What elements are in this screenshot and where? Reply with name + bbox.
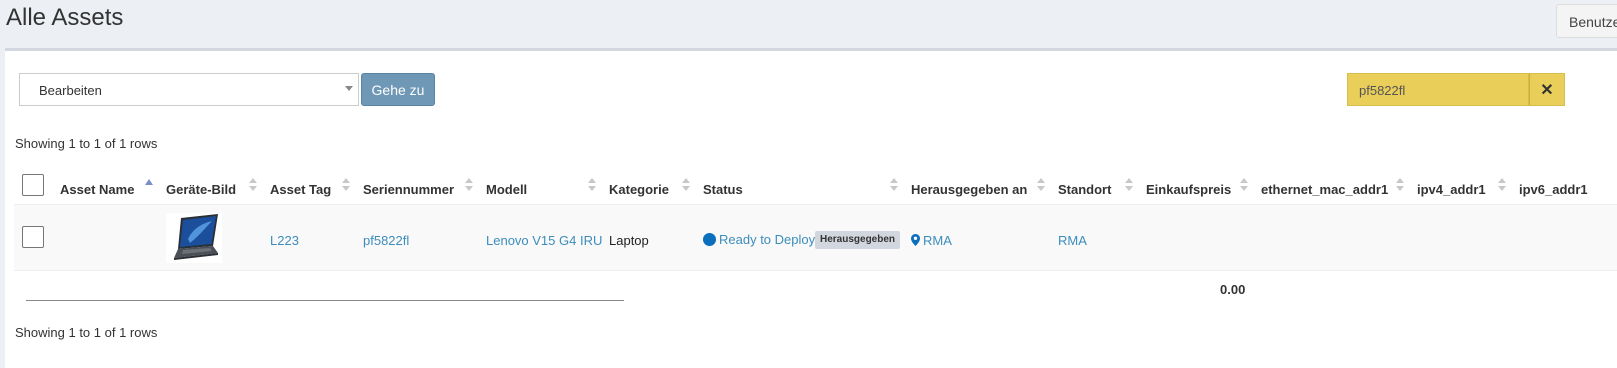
sort-icon[interactable] [1125,178,1133,192]
bulk-action-value: Bearbeiten [39,83,102,98]
sort-icon[interactable] [890,178,898,192]
go-button[interactable]: Gehe zu [361,73,435,106]
model-link[interactable]: Lenovo V15 G4 IRU [486,233,602,248]
assigned-to-label: RMA [923,233,952,248]
asset-tag-link[interactable]: L223 [270,233,299,248]
sort-icon[interactable] [1396,178,1404,192]
bulk-action-select[interactable]: Bearbeiten [19,73,359,106]
pagination-info-bottom: Showing 1 to 1 of 1 rows [15,325,158,340]
column-header-asset-tag[interactable]: Asset Tag [270,182,331,197]
sort-icon[interactable] [682,178,690,192]
column-header-serial[interactable]: Seriennummer [363,182,454,197]
sort-asc-icon[interactable] [145,179,153,185]
column-header-category[interactable]: Kategorie [609,182,669,197]
column-header-purchase-price[interactable]: Einkaufspreis [1146,182,1231,197]
purchase-price-total: 0.00 [1220,282,1246,297]
column-header-model[interactable]: Modell [486,182,527,197]
assigned-to-link[interactable]: RMA [911,233,952,248]
dropdown-caret-icon [345,86,353,91]
column-header-device-image[interactable]: Geräte-Bild [166,182,236,197]
row-checkbox[interactable] [22,226,44,248]
status-circle-icon [703,233,716,246]
assets-panel: Bearbeiten Gehe zu pf5822fl ✕ Showing 1 … [5,48,1617,368]
column-header-ipv6[interactable]: ipv6_addr1 [1519,182,1617,197]
pagination-info-top: Showing 1 to 1 of 1 rows [15,136,158,151]
sort-icon[interactable] [1240,178,1248,192]
sort-icon[interactable] [465,178,473,192]
page-title: Alle Assets [6,4,124,31]
sort-icon[interactable] [249,178,257,192]
status-link[interactable]: Ready to Deploy [703,232,815,247]
sort-icon[interactable] [342,178,350,192]
status-badge: Herausgegeben [815,231,901,249]
status-label: Ready to Deploy [719,232,816,247]
column-header-ethernet-mac[interactable]: ethernet_mac_addr1 [1261,182,1388,197]
column-header-status[interactable]: Status [703,182,743,197]
column-header-ipv4[interactable]: ipv4_addr1 [1417,182,1486,197]
column-header-assigned-to[interactable]: Herausgegeben an [911,182,1027,197]
search-input[interactable]: pf5822fl [1347,73,1529,106]
column-header-location[interactable]: Standort [1058,182,1111,197]
category-link[interactable]: Laptop [609,233,649,248]
sort-icon[interactable] [1037,178,1045,192]
column-header-asset-name[interactable]: Asset Name [60,182,134,197]
customize-button[interactable]: Benutze [1556,4,1617,38]
sort-icon[interactable] [588,178,596,192]
laptop-image[interactable] [166,213,222,263]
location-link[interactable]: RMA [1058,233,1087,248]
map-marker-icon [911,234,920,246]
select-all-checkbox[interactable] [22,174,44,196]
serial-link[interactable]: pf5822fl [363,233,409,248]
table-scroll-divider [26,300,624,301]
sort-icon[interactable] [1498,178,1506,192]
clear-search-icon[interactable]: ✕ [1529,73,1565,106]
